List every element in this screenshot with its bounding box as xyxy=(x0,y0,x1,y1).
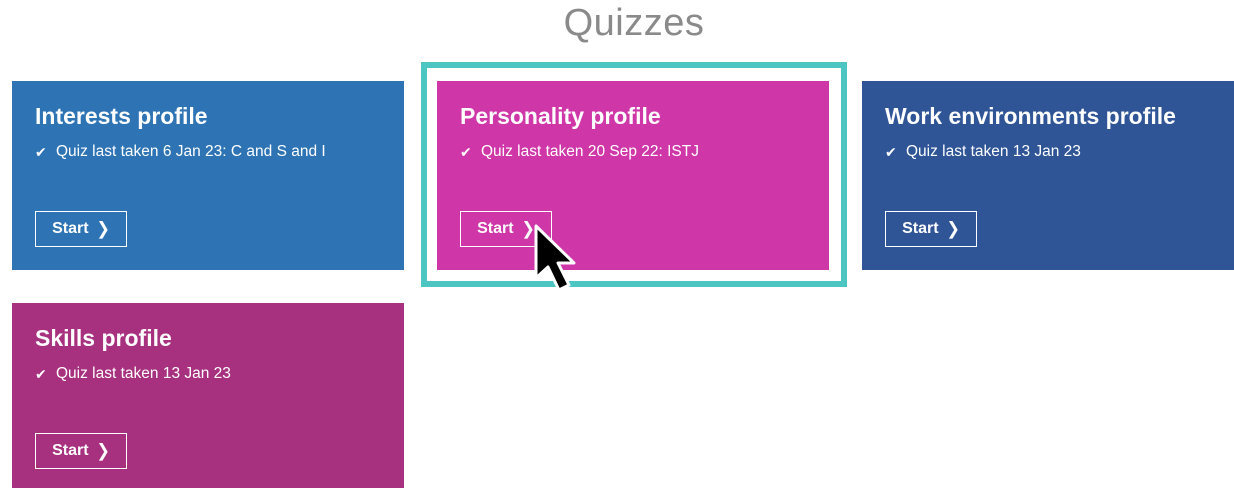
start-button-personality[interactable]: Start ❯ xyxy=(460,211,552,247)
start-button-skills[interactable]: Start ❯ xyxy=(35,433,127,469)
start-button-work-environments[interactable]: Start ❯ xyxy=(885,211,977,247)
page-title: Quizzes xyxy=(563,2,705,44)
chevron-right-icon: ❯ xyxy=(521,220,535,239)
checkmark-icon: ✔ xyxy=(35,365,47,382)
chevron-right-icon: ❯ xyxy=(96,442,110,461)
checkmark-icon: ✔ xyxy=(885,143,897,160)
card-title: Skills profile xyxy=(35,325,172,351)
checkmark-icon: ✔ xyxy=(460,143,472,160)
status-text: Quiz last taken 6 Jan 23: C and S and I xyxy=(56,143,326,160)
quiz-card-skills: Skills profile ✔ Quiz last taken 13 Jan … xyxy=(12,303,404,488)
status-text: Quiz last taken 13 Jan 23 xyxy=(56,365,231,382)
quiz-card-work-environments: Work environments profile ✔ Quiz last ta… xyxy=(862,81,1234,270)
card-status: ✔ Quiz last taken 13 Jan 23 xyxy=(35,365,231,383)
start-button-label: Start xyxy=(52,220,89,237)
card-status: ✔ Quiz last taken 6 Jan 23: C and S and … xyxy=(35,143,326,161)
card-status: ✔ Quiz last taken 20 Sep 22: ISTJ xyxy=(460,143,699,161)
checkmark-icon: ✔ xyxy=(35,143,47,160)
start-button-interests[interactable]: Start ❯ xyxy=(35,211,127,247)
start-button-label: Start xyxy=(902,220,939,237)
card-status: ✔ Quiz last taken 13 Jan 23 xyxy=(885,143,1081,161)
card-title: Personality profile xyxy=(460,103,661,129)
card-title: Work environments profile xyxy=(885,103,1176,129)
chevron-right-icon: ❯ xyxy=(946,220,960,239)
start-button-label: Start xyxy=(477,220,514,237)
start-button-label: Start xyxy=(52,442,89,459)
chevron-right-icon: ❯ xyxy=(96,220,110,239)
quiz-card-personality: Personality profile ✔ Quiz last taken 20… xyxy=(437,81,829,270)
quiz-card-interests: Interests profile ✔ Quiz last taken 6 Ja… xyxy=(12,81,404,270)
status-text: Quiz last taken 20 Sep 22: ISTJ xyxy=(481,143,699,160)
card-title: Interests profile xyxy=(35,103,208,129)
quizzes-page: Quizzes Interests profile ✔ Quiz last ta… xyxy=(0,0,1234,488)
status-text: Quiz last taken 13 Jan 23 xyxy=(906,143,1081,160)
